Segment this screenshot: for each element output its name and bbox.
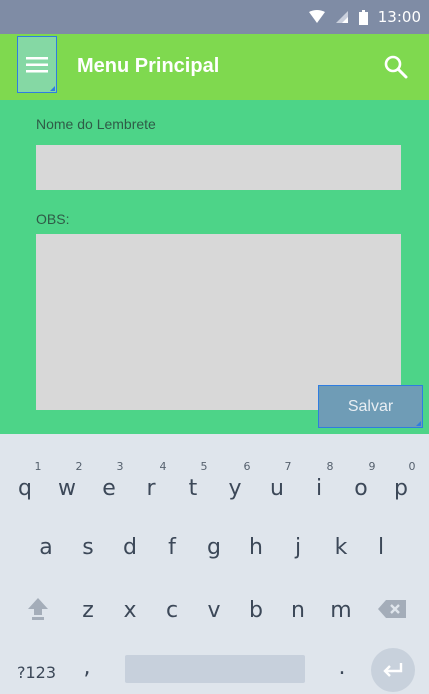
menu-button[interactable] [17, 36, 57, 93]
key-p[interactable]: p [387, 476, 415, 501]
key-hint: 2 [75, 460, 83, 473]
obs-textarea[interactable] [36, 234, 401, 410]
page-title: Menu Principal [77, 55, 220, 77]
save-button[interactable]: Salvar [318, 385, 423, 428]
key-m[interactable]: m [327, 598, 355, 623]
key-k[interactable]: k [327, 535, 355, 560]
key-s[interactable]: s [74, 535, 102, 560]
key-g[interactable]: g [200, 535, 228, 560]
key-hint: 8 [326, 460, 334, 473]
soft-keyboard: 1 2 3 4 5 6 7 8 9 0 q w e r t y u i o p … [0, 434, 429, 694]
hamburger-menu-icon [26, 56, 48, 72]
key-e[interactable]: e [95, 476, 123, 501]
status-time: 13:00 [377, 8, 421, 26]
key-hint: 4 [159, 460, 167, 473]
key-r[interactable]: r [137, 476, 165, 501]
key-z[interactable]: z [74, 598, 102, 623]
key-v[interactable]: v [200, 598, 228, 623]
status-bar: 13:00 [0, 0, 429, 34]
reminder-name-label: Nome do Lembrete [36, 116, 156, 132]
key-y[interactable]: y [221, 476, 249, 501]
focus-corner-marker [416, 421, 421, 426]
key-c[interactable]: c [158, 598, 186, 623]
key-hint: 0 [408, 460, 416, 473]
app-bar: Menu Principal [0, 34, 429, 100]
key-hint: 6 [243, 460, 251, 473]
backspace-icon[interactable] [377, 599, 407, 619]
key-q[interactable]: q [11, 476, 39, 501]
key-i[interactable]: i [305, 476, 333, 501]
key-hint: 5 [200, 460, 208, 473]
obs-label: OBS: [36, 211, 70, 227]
reminder-name-input[interactable] [36, 145, 401, 190]
shift-icon[interactable] [27, 597, 49, 621]
save-button-label: Salvar [347, 397, 394, 415]
focus-corner-marker [50, 86, 55, 91]
enter-icon [383, 663, 403, 677]
key-l[interactable]: l [367, 535, 395, 560]
key-hint: 3 [116, 460, 124, 473]
key-j[interactable]: j [284, 535, 312, 560]
key-period[interactable]: . [328, 655, 356, 680]
search-icon[interactable] [383, 54, 409, 80]
key-hint: 1 [34, 460, 42, 473]
battery-icon [358, 9, 368, 25]
cell-signal-icon [335, 11, 348, 23]
key-n[interactable]: n [284, 598, 312, 623]
key-f[interactable]: f [158, 535, 186, 560]
key-w[interactable]: w [53, 476, 81, 501]
status-icons: 13:00 [308, 7, 421, 27]
key-u[interactable]: u [263, 476, 291, 501]
key-d[interactable]: d [116, 535, 144, 560]
key-b[interactable]: b [242, 598, 270, 623]
key-t[interactable]: t [179, 476, 207, 501]
key-hint: 9 [368, 460, 376, 473]
key-x[interactable]: x [116, 598, 144, 623]
key-a[interactable]: a [32, 535, 60, 560]
key-comma[interactable]: , [73, 655, 101, 680]
enter-key[interactable] [371, 648, 415, 692]
symbols-key[interactable]: ?123 [17, 663, 56, 682]
key-o[interactable]: o [347, 476, 375, 501]
space-bar[interactable] [125, 655, 305, 683]
wifi-icon [308, 10, 325, 23]
key-h[interactable]: h [242, 535, 270, 560]
key-hint: 7 [284, 460, 292, 473]
